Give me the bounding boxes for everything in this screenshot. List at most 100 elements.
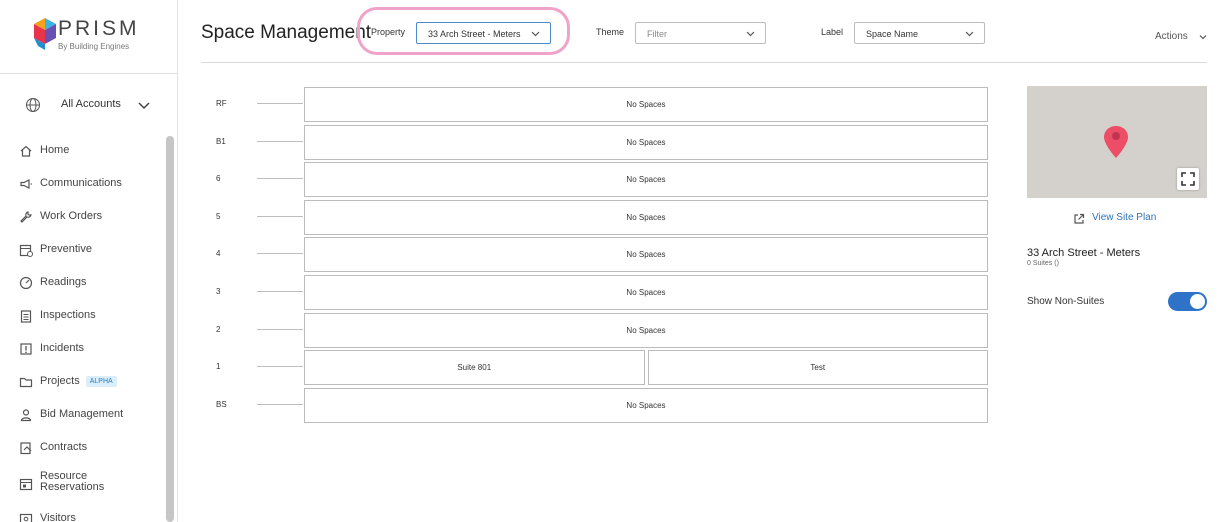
sidebar-item-readings[interactable]: Readings xyxy=(0,268,166,301)
floor-stack: RF No Spaces B1 No Spaces 6 No Spaces 5 … xyxy=(201,86,991,424)
floor-label: B1 xyxy=(216,136,226,146)
globe-icon xyxy=(26,98,40,112)
sidebar: PRISM By Building Engines All Accounts H… xyxy=(0,0,178,522)
chevron-down-icon xyxy=(138,102,150,110)
wrench-icon xyxy=(20,211,32,223)
space-cell[interactable]: No Spaces xyxy=(304,124,988,160)
reservation-icon xyxy=(19,478,33,491)
sidebar-item-label: Projects ALPHA xyxy=(40,375,117,387)
space-cell[interactable]: No Spaces xyxy=(304,87,988,122)
sidebar-item-label: Home xyxy=(40,144,70,156)
logo-tagline: By Building Engines xyxy=(58,42,130,51)
floor-connector xyxy=(257,215,303,217)
label-value: Space Name xyxy=(866,29,919,39)
floor-connector xyxy=(257,328,303,330)
calendar-check-icon xyxy=(19,244,33,257)
theme-label: Theme xyxy=(596,27,625,37)
floor-row: 1 Suite 801 Test xyxy=(201,349,991,387)
sidebar-item-label: Resource Reservations xyxy=(40,470,105,493)
space-cell[interactable]: No Spaces xyxy=(304,312,988,348)
label-label: Label xyxy=(821,27,844,37)
theme-placeholder: Filter xyxy=(647,29,667,39)
floor-connector xyxy=(257,403,303,405)
floor-row: 2 No Spaces xyxy=(201,312,991,350)
floor-row: B1 No Spaces xyxy=(201,124,991,162)
sidebar-item-home[interactable]: Home xyxy=(0,136,166,169)
view-site-plan-label: View Site Plan xyxy=(1092,212,1157,223)
sidebar-item-preventive[interactable]: Preventive xyxy=(0,235,166,268)
sidebar-item-label: Bid Management xyxy=(40,408,124,420)
home-icon xyxy=(20,145,32,157)
sidebar-item-label: Contracts xyxy=(40,441,88,453)
property-label: Property xyxy=(371,27,406,37)
prism-logo-icon xyxy=(34,18,56,50)
property-map[interactable] xyxy=(1027,86,1207,198)
fullscreen-button[interactable] xyxy=(1177,168,1199,190)
sidebar-scrollbar[interactable] xyxy=(166,136,174,522)
floor-connector xyxy=(257,178,303,180)
page-title: Space Management xyxy=(201,22,372,43)
logo-area: PRISM By Building Engines xyxy=(0,0,177,74)
floor-label: 1 xyxy=(216,362,221,372)
sidebar-item-contracts[interactable]: Contracts xyxy=(0,433,166,466)
chevron-down-icon xyxy=(746,31,755,37)
sidebar-item-projects[interactable]: Projects ALPHA xyxy=(0,367,166,400)
external-link-icon xyxy=(1074,213,1085,224)
sidebar-item-label: Readings xyxy=(40,276,87,288)
floor-connector xyxy=(257,290,303,292)
space-cell[interactable]: No Spaces xyxy=(304,162,988,198)
sidebar-item-inspections[interactable]: Inspections xyxy=(0,301,166,334)
property-value: 33 Arch Street - Meters xyxy=(428,29,521,39)
chevron-down-icon xyxy=(1199,35,1207,40)
sidebar-item-communications[interactable]: Communications xyxy=(0,169,166,202)
sidebar-item-visitors[interactable]: Visitors xyxy=(0,504,166,522)
space-cell[interactable]: No Spaces xyxy=(304,237,988,273)
space-cell[interactable]: No Spaces xyxy=(304,199,988,235)
floor-row: BS No Spaces xyxy=(201,387,991,425)
folder-icon xyxy=(19,377,33,388)
floor-row: RF No Spaces xyxy=(201,86,991,124)
show-non-suites-label: Show Non-Suites xyxy=(1027,296,1105,307)
sidebar-item-label: Communications xyxy=(40,177,122,189)
contract-icon xyxy=(20,442,32,455)
floor-label: RF xyxy=(216,99,227,108)
space-cell[interactable]: No Spaces xyxy=(304,274,988,310)
sidebar-item-label: Preventive xyxy=(40,243,92,255)
sidebar-item-incidents[interactable]: Incidents xyxy=(0,334,166,367)
floor-row: 5 No Spaces xyxy=(201,199,991,237)
account-label: All Accounts xyxy=(61,98,121,110)
actions-menu[interactable]: Actions xyxy=(1155,31,1207,42)
floor-row: 6 No Spaces xyxy=(201,161,991,199)
floor-connector xyxy=(257,253,303,255)
chevron-down-icon xyxy=(965,31,974,37)
floor-connector xyxy=(257,140,303,142)
label-select[interactable]: Space Name xyxy=(854,22,985,44)
floor-label: BS xyxy=(216,399,227,409)
header-divider xyxy=(201,62,1207,63)
sidebar-item-bid-management[interactable]: Bid Management xyxy=(0,400,166,433)
chevron-down-icon xyxy=(531,31,540,37)
space-cell-suite[interactable]: Test xyxy=(647,350,988,386)
floor-connector xyxy=(257,103,303,104)
floor-label: 3 xyxy=(216,286,221,296)
sidebar-item-label: Inspections xyxy=(40,309,96,321)
floor-label: 5 xyxy=(216,211,221,221)
gauge-icon xyxy=(19,276,33,290)
projects-label: Projects xyxy=(40,375,80,387)
space-cell[interactable]: No Spaces xyxy=(304,387,988,423)
show-non-suites-toggle[interactable] xyxy=(1168,292,1207,311)
sidebar-item-resource-reservations[interactable]: Resource Reservations xyxy=(0,466,166,504)
alert-box-icon xyxy=(20,343,32,355)
property-select[interactable]: 33 Arch Street - Meters xyxy=(416,22,551,44)
alpha-badge: ALPHA xyxy=(85,376,117,387)
logo-text: PRISM xyxy=(58,17,140,40)
floor-label: 2 xyxy=(216,324,221,334)
megaphone-icon xyxy=(20,179,32,189)
sidebar-item-label: Visitors xyxy=(40,512,76,522)
theme-filter-select[interactable]: Filter xyxy=(635,22,766,44)
sidebar-item-work-orders[interactable]: Work Orders xyxy=(0,202,166,235)
space-cell-suite[interactable]: Suite 801 xyxy=(304,350,645,386)
suite-count: 0 Suites () xyxy=(1027,260,1059,267)
account-switcher[interactable]: All Accounts xyxy=(0,88,177,122)
floor-label: 6 xyxy=(216,174,221,184)
